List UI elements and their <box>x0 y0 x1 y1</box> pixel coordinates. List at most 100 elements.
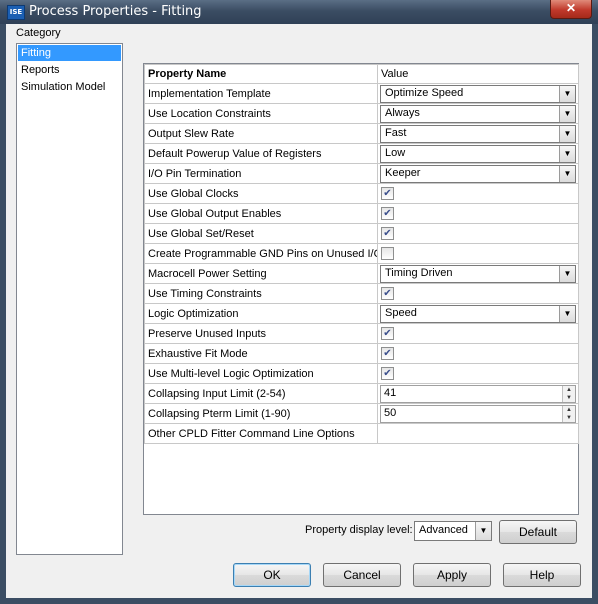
property-row: Exhaustive Fit Mode ✔ <box>144 343 579 364</box>
property-value-cell[interactable]: Timing Driven ▼ <box>377 263 579 284</box>
property-row: Preserve Unused Inputs ✔ <box>144 323 579 344</box>
property-name: Implementation Template <box>144 83 378 104</box>
dropdown-value: Always <box>385 107 420 119</box>
property-value-dropdown[interactable]: Speed ▼ <box>380 305 576 323</box>
dropdown-value: Keeper <box>385 167 421 179</box>
property-name: Preserve Unused Inputs <box>144 323 378 344</box>
property-name: Exhaustive Fit Mode <box>144 343 378 364</box>
property-name-header: Property Name <box>144 64 378 84</box>
property-row: Macrocell Power Setting Timing Driven ▼ <box>144 263 579 284</box>
property-name: Use Global Output Enables <box>144 203 378 224</box>
property-value-cell[interactable]: 50 ▲ ▼ <box>377 403 579 424</box>
property-row: Collapsing Pterm Limit (1-90) 50 ▲ ▼ <box>144 403 579 424</box>
property-value-dropdown[interactable]: Keeper ▼ <box>380 165 576 183</box>
property-value-cell[interactable]: ✔ <box>377 223 579 244</box>
property-name: Default Powerup Value of Registers <box>144 143 378 164</box>
property-value-cell[interactable]: ✔ <box>377 203 579 224</box>
display-level-value: Advanced <box>419 524 468 536</box>
display-level-label: Property display level: <box>305 524 413 536</box>
chevron-down-icon[interactable]: ▼ <box>559 86 575 102</box>
property-value-dropdown[interactable]: Always ▼ <box>380 105 576 123</box>
property-spinbox[interactable]: 41 ▲ ▼ <box>380 385 576 403</box>
chevron-down-icon[interactable]: ▼ <box>559 126 575 142</box>
spin-down-icon[interactable]: ▼ <box>563 414 575 422</box>
property-value-dropdown[interactable]: Timing Driven ▼ <box>380 265 576 283</box>
spin-down-icon[interactable]: ▼ <box>563 394 575 402</box>
window-frame-right <box>592 24 598 604</box>
property-checkbox[interactable]: ✔ <box>381 187 394 200</box>
property-name: Other CPLD Fitter Command Line Options <box>144 423 378 444</box>
property-checkbox[interactable]: ✔ <box>381 367 394 380</box>
default-button[interactable]: Default <box>499 520 577 544</box>
property-grid-header: Property Name Value <box>144 64 579 84</box>
property-name: Use Location Constraints <box>144 103 378 124</box>
property-value-cell[interactable]: Always ▼ <box>377 103 579 124</box>
property-value-cell[interactable]: Optimize Speed ▼ <box>377 83 579 104</box>
property-name: Output Slew Rate <box>144 123 378 144</box>
property-checkbox[interactable]: ✔ <box>381 207 394 220</box>
property-value-cell[interactable]: Speed ▼ <box>377 303 579 324</box>
chevron-down-icon[interactable]: ▼ <box>559 106 575 122</box>
property-checkbox[interactable]: ✔ <box>381 347 394 360</box>
title-bar: ISE Process Properties - Fitting ✕ <box>0 0 598 25</box>
property-text-input[interactable] <box>377 423 579 444</box>
property-checkbox[interactable]: ✔ <box>381 287 394 300</box>
property-value-cell[interactable]: ✔ <box>377 283 579 304</box>
property-name: Macrocell Power Setting <box>144 263 378 284</box>
property-name: Collapsing Input Limit (2-54) <box>144 383 378 404</box>
property-name: Use Global Set/Reset <box>144 223 378 244</box>
property-value-cell[interactable]: Keeper ▼ <box>377 163 579 184</box>
category-item[interactable]: Simulation Model <box>18 79 121 95</box>
property-row: Use Global Set/Reset ✔ <box>144 223 579 244</box>
property-name: Use Multi-level Logic Optimization <box>144 363 378 384</box>
property-row: Other CPLD Fitter Command Line Options <box>144 423 579 444</box>
spinbox-value[interactable]: 50 <box>384 407 396 419</box>
property-name: Use Global Clocks <box>144 183 378 204</box>
property-value-dropdown[interactable]: Fast ▼ <box>380 125 576 143</box>
property-value-cell[interactable]: Low ▼ <box>377 143 579 164</box>
apply-button[interactable]: Apply <box>413 563 491 587</box>
category-list[interactable]: Fitting Reports Simulation Model <box>16 43 123 555</box>
dialog-client-area: Category Fitting Reports Simulation Model … <box>6 24 592 598</box>
chevron-down-icon[interactable]: ▼ <box>559 306 575 322</box>
dropdown-value: Speed <box>385 307 417 319</box>
chevron-down-icon[interactable]: ▼ <box>559 166 575 182</box>
chevron-down-icon[interactable]: ▼ <box>559 146 575 162</box>
dropdown-value: Low <box>385 147 406 159</box>
property-name: I/O Pin Termination <box>144 163 378 184</box>
property-value-cell[interactable]: ✔ <box>377 183 579 204</box>
chevron-down-icon[interactable]: ▼ <box>475 522 491 540</box>
spin-up-icon[interactable]: ▲ <box>563 386 575 394</box>
property-value-cell[interactable]: ✔ <box>377 323 579 344</box>
property-row: Logic Optimization Speed ▼ <box>144 303 579 324</box>
property-name: Use Timing Constraints <box>144 283 378 304</box>
property-row: Default Powerup Value of Registers Low ▼ <box>144 143 579 164</box>
property-checkbox[interactable] <box>381 247 394 260</box>
property-value-cell[interactable]: ✔ <box>377 363 579 384</box>
property-checkbox[interactable]: ✔ <box>381 327 394 340</box>
category-item[interactable]: Reports <box>18 62 121 78</box>
property-row: Use Location Constraints Always ▼ <box>144 103 579 124</box>
property-value-cell[interactable]: Fast ▼ <box>377 123 579 144</box>
property-value-dropdown[interactable]: Optimize Speed ▼ <box>380 85 576 103</box>
property-checkbox[interactable]: ✔ <box>381 227 394 240</box>
spinbox-value[interactable]: 41 <box>384 387 396 399</box>
property-row: Implementation Template Optimize Speed ▼ <box>144 83 579 104</box>
help-button[interactable]: Help <box>503 563 581 587</box>
window-title: Process Properties - Fitting <box>29 4 202 19</box>
property-value-cell[interactable]: 41 ▲ ▼ <box>377 383 579 404</box>
property-name: Logic Optimization <box>144 303 378 324</box>
property-row: Use Global Clocks ✔ <box>144 183 579 204</box>
ok-button[interactable]: OK <box>233 563 311 587</box>
spin-up-icon[interactable]: ▲ <box>563 406 575 414</box>
property-spinbox[interactable]: 50 ▲ ▼ <box>380 405 576 423</box>
close-button[interactable]: ✕ <box>550 0 592 19</box>
chevron-down-icon[interactable]: ▼ <box>559 266 575 282</box>
property-value-cell[interactable] <box>377 243 579 264</box>
property-value-cell[interactable]: ✔ <box>377 343 579 364</box>
cancel-button[interactable]: Cancel <box>323 563 401 587</box>
display-level-dropdown[interactable]: Advanced ▼ <box>414 521 492 541</box>
property-value-dropdown[interactable]: Low ▼ <box>380 145 576 163</box>
dropdown-value: Fast <box>385 127 407 139</box>
category-item[interactable]: Fitting <box>18 45 121 61</box>
